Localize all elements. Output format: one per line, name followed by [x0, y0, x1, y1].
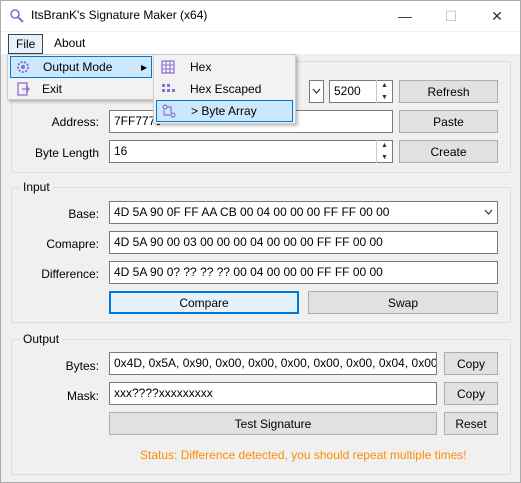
status-text: Status: Difference detected, you should …: [140, 448, 467, 462]
submenu-arrow-icon: ▶: [141, 62, 148, 72]
base-label: Base:: [68, 207, 99, 221]
paste-button[interactable]: Paste: [399, 110, 498, 133]
byte-length-spinner[interactable]: ▲ ▼: [376, 140, 392, 163]
hex-label: Hex: [190, 60, 212, 74]
mask-label: Mask:: [66, 389, 99, 403]
byte-array-label: > Byte Array: [191, 104, 257, 118]
difference-value: 4D 5A 90 0? ?? ?? ?? 00 04 00 00 00 FF F…: [114, 265, 383, 279]
base-combo[interactable]: 4D 5A 90 0F FF AA CB 00 04 00 00 00 FF F…: [109, 201, 498, 224]
menu-bar: File About: [1, 32, 520, 54]
exit-label: Exit: [42, 82, 63, 96]
difference-label: Difference:: [41, 267, 99, 281]
chevron-down-icon: [312, 88, 321, 94]
menu-file[interactable]: File: [8, 34, 44, 54]
menu-item-output-mode[interactable]: Output Mode ▶: [10, 56, 152, 78]
pid-value: 5200: [334, 84, 361, 98]
spin-down-icon[interactable]: ▼: [377, 92, 392, 104]
copy-mask-button[interactable]: Copy: [444, 382, 498, 405]
bytes-output[interactable]: 0x4D, 0x5A, 0x90, 0x00, 0x00, 0x00, 0x00…: [109, 352, 437, 375]
input-group-label: Input: [20, 180, 53, 194]
create-button[interactable]: Create: [399, 140, 498, 163]
pid-spinner[interactable]: ▲ ▼: [376, 80, 392, 103]
close-button[interactable]: ✕: [474, 1, 520, 31]
menu-item-hex-escaped[interactable]: Hex Escaped: [156, 78, 293, 100]
title-bar: ItsBranK's Signature Maker (x64) — ☐ ✕: [1, 1, 520, 31]
mask-output[interactable]: xxx????xxxxxxxxx: [109, 382, 437, 405]
file-dropdown: Output Mode ▶ Exit: [7, 54, 155, 100]
app-window: ItsBranK's Signature Maker (x64) — ☐ ✕ F…: [0, 0, 521, 483]
spin-down-icon[interactable]: ▼: [377, 152, 392, 164]
exit-icon: [17, 82, 30, 96]
menu-item-hex[interactable]: Hex: [156, 56, 293, 78]
minimize-button[interactable]: —: [382, 1, 428, 31]
spin-up-icon[interactable]: ▲: [377, 140, 392, 152]
compare-value: 4D 5A 90 00 03 00 00 00 04 00 00 00 FF F…: [114, 235, 383, 249]
byte-length-input[interactable]: 16: [109, 140, 393, 163]
process-combo-arrow[interactable]: [309, 80, 324, 103]
hex-escaped-label: Hex Escaped: [190, 82, 262, 96]
byte-length-value: 16: [114, 144, 128, 158]
bytes-value: 0x4D, 0x5A, 0x90, 0x00, 0x00, 0x00, 0x00…: [114, 356, 437, 370]
bytes-label: Bytes:: [65, 359, 99, 373]
compare-button[interactable]: Compare: [109, 291, 299, 314]
menu-item-byte-array[interactable]: > Byte Array: [156, 100, 293, 122]
refresh-button[interactable]: Refresh: [399, 80, 498, 103]
test-signature-button[interactable]: Test Signature: [109, 412, 437, 435]
difference-input[interactable]: 4D 5A 90 0? ?? ?? ?? 00 04 00 00 00 FF F…: [109, 261, 498, 284]
spin-up-icon[interactable]: ▲: [377, 80, 392, 92]
menu-about[interactable]: About: [47, 34, 92, 54]
dots-icon: [162, 84, 175, 92]
copy-bytes-button[interactable]: Copy: [444, 352, 498, 375]
grid-icon: [161, 60, 175, 74]
address-label: Address:: [51, 115, 99, 129]
swap-button[interactable]: Swap: [308, 291, 498, 314]
byte-length-label: Byte Length: [34, 146, 99, 160]
base-value: 4D 5A 90 0F FF AA CB 00 04 00 00 00 FF F…: [114, 205, 390, 219]
window-title: ItsBranK's Signature Maker (x64): [31, 8, 208, 22]
maximize-button[interactable]: ☐: [428, 1, 474, 31]
output-mode-label: Output Mode: [43, 60, 113, 74]
output-group-label: Output: [20, 332, 63, 346]
chevron-down-icon: [484, 209, 493, 215]
gear-icon: [17, 61, 29, 73]
mask-value: xxx????xxxxxxxxx: [114, 386, 213, 400]
compare-input[interactable]: 4D 5A 90 00 03 00 00 00 04 00 00 00 FF F…: [109, 231, 498, 254]
output-mode-submenu: Hex Hex Escaped > Byte Array: [153, 54, 296, 124]
compare-label: Comapre:: [46, 237, 99, 251]
magnifier-icon: [10, 9, 24, 23]
menu-item-exit[interactable]: Exit: [10, 78, 152, 100]
reset-button[interactable]: Reset: [444, 412, 498, 435]
array-icon: [162, 104, 176, 118]
